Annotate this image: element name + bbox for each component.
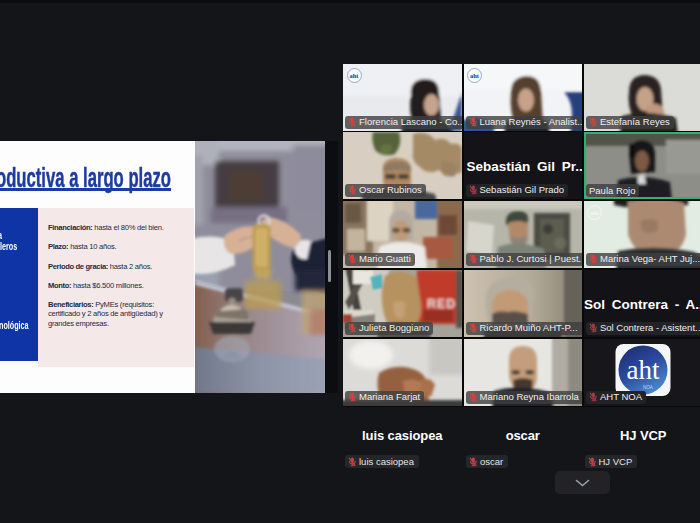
svg-text:NOA: NOA — [643, 385, 653, 390]
svg-text:aht: aht — [627, 355, 660, 385]
svg-text:RED: RED — [427, 297, 456, 311]
